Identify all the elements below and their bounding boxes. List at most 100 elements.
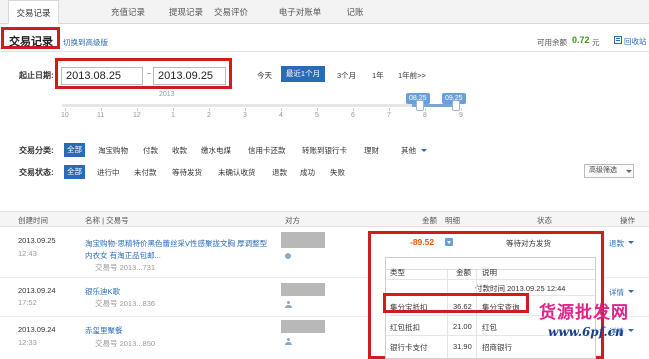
col-amount: 金额 [422, 216, 437, 225]
category-finance[interactable]: 理财 [364, 145, 379, 156]
jifenbao-highlight [383, 293, 529, 313]
slider-end-handle[interactable] [452, 100, 460, 111]
counterparty-redacted [281, 232, 325, 248]
slider-tick [353, 108, 354, 111]
popup-col-note: 说明 [482, 268, 497, 277]
tab-recharge-records[interactable]: 充值记录 [100, 0, 156, 24]
start-date-input[interactable]: 2013.08.25 [61, 67, 143, 85]
chevron-down-icon [626, 170, 632, 173]
quick-before-1-year[interactable]: 1年前>> [398, 70, 426, 81]
tab-bar: 交易记录 充值记录 提现记录 交易评价 电子对账单 记账 [0, 0, 649, 24]
page-title: 交易记录 [9, 36, 53, 48]
tab-trade-reviews[interactable]: 交易评价 [203, 0, 259, 24]
chevron-down-icon [421, 149, 427, 152]
row-action[interactable]: 详情 [609, 287, 624, 298]
col-created-time: 创建时间 [18, 216, 48, 225]
quick-last-month[interactable]: 最近1个月 [281, 66, 325, 82]
tab-bookkeeping[interactable]: 记账 [329, 0, 381, 24]
counterparty-redacted [281, 283, 325, 296]
row-trade-no: 交易号 2013...731 [95, 263, 156, 272]
row-name[interactable]: 银乐迪K歌 [85, 286, 120, 297]
status-in-progress[interactable]: 进行中 [97, 167, 120, 178]
status-all[interactable]: 全部 [64, 165, 85, 179]
category-all[interactable]: 全部 [64, 143, 85, 157]
slider-month-label: 1 [171, 112, 175, 119]
recycle-bin-icon[interactable] [614, 36, 622, 44]
status-awaiting-ship[interactable]: 等待发货 [172, 167, 202, 178]
popup-row-type: 红包抵扣 [390, 323, 420, 332]
page-title-highlight: 交易记录 [1, 27, 60, 49]
slider-month-label: 8 [423, 112, 427, 119]
category-filter-label: 交易分类: [19, 146, 54, 155]
watermark-url: www.6pf.cn [548, 325, 624, 339]
chevron-down-icon [628, 241, 634, 244]
header-divider [0, 51, 649, 52]
slider-tick [209, 108, 210, 111]
popup-row-amount: 31.90 [453, 342, 472, 351]
table-header: 创建时间 名称 | 交易号 对方 金额 明细 状态 操作 [0, 211, 649, 227]
switch-advanced-link[interactable]: 切换到高级版 [63, 37, 108, 48]
slider-month-label: 7 [387, 112, 391, 119]
slider-tick [461, 108, 462, 111]
col-counterparty: 对方 [285, 216, 300, 225]
status-refund[interactable]: 退款 [272, 167, 287, 178]
slider-tick [389, 108, 390, 111]
row-time: 17:52 [18, 298, 37, 307]
row-action[interactable]: 退款 [609, 238, 624, 249]
popup-col-divider [447, 270, 448, 358]
slider-month-label: 3 [243, 112, 247, 119]
row-amount: -89.52 [410, 237, 435, 247]
slider-start-handle[interactable] [416, 100, 424, 111]
slider-month-label: 4 [279, 112, 283, 119]
popup-col-divider [476, 270, 477, 358]
popup-row-note: 招商银行 [482, 343, 512, 352]
slider-month-label: 6 [351, 112, 355, 119]
tab-e-statement[interactable]: 电子对账单 [269, 0, 331, 24]
row-date: 2013.09.24 [18, 286, 56, 295]
status-unpaid[interactable]: 未付款 [134, 167, 157, 178]
status-failed[interactable]: 失败 [330, 167, 345, 178]
balance-label: 可用余额 [537, 38, 567, 47]
row-trade-no: 交易号 2013...850 [95, 339, 156, 348]
slider-tick [245, 108, 246, 111]
advanced-filter-label: 高级筛选 [589, 167, 617, 174]
category-bank-transfer[interactable]: 转账到银行卡 [302, 145, 347, 156]
popup-col-type: 类型 [390, 268, 405, 277]
category-other[interactable]: 其他 [401, 145, 416, 156]
category-utilities[interactable]: 缴水电煤 [201, 145, 231, 156]
expand-detail-icon[interactable] [445, 238, 453, 246]
date-slider-track[interactable] [62, 104, 460, 107]
row-name[interactable]: 淘宝购物-思精特价黑色蕾丝采V性感聚拢文胸 厚调整型 [85, 238, 267, 249]
slider-tick [137, 108, 138, 111]
quick-1-year[interactable]: 1年 [372, 70, 384, 81]
popup-col-amount: 金额 [456, 268, 471, 277]
slider-month-label: 12 [133, 112, 141, 119]
slider-tick [65, 108, 66, 111]
row-name-cont[interactable]: 内衣女 有淘正品包邮... [85, 250, 161, 261]
category-receive[interactable]: 收款 [172, 145, 187, 156]
category-taobao[interactable]: 淘宝购物 [98, 145, 128, 156]
row-date: 2013.09.25 [18, 236, 56, 245]
slider-tick [173, 108, 174, 111]
slider-month-label: 5 [315, 112, 319, 119]
status-unconfirmed[interactable]: 未确认收货 [218, 167, 256, 178]
row-trade-no: 交易号 2013...836 [95, 299, 156, 308]
date-separator [147, 73, 151, 74]
slider-tick [425, 108, 426, 111]
quick-today[interactable]: 今天 [257, 70, 272, 81]
category-credit-card[interactable]: 信用卡还款 [248, 145, 286, 156]
popup-row-amount: 21.00 [453, 322, 472, 331]
end-date-input[interactable]: 2013.09.25 [153, 67, 226, 85]
balance-unit: 元 [592, 38, 600, 47]
recycle-bin-link[interactable]: 回收站 [624, 36, 647, 47]
slider-month-label: 10 [61, 112, 69, 119]
balance-value: 0.72 [572, 35, 590, 45]
popup-header: 类型 金额 说明 [386, 258, 595, 277]
tab-trade-records[interactable]: 交易记录 [8, 0, 59, 24]
quick-3-months[interactable]: 3个月 [337, 70, 356, 81]
row-name[interactable]: 赤玺里聚餐 [85, 325, 123, 336]
slider-month-label: 2 [207, 112, 211, 119]
status-success[interactable]: 成功 [300, 167, 315, 178]
category-payment[interactable]: 付款 [143, 145, 158, 156]
advanced-filter-dropdown[interactable]: 高级筛选 [584, 164, 634, 178]
